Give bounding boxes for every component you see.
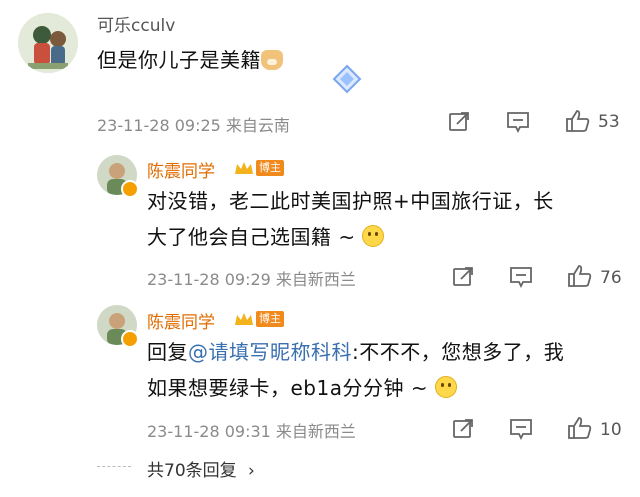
like-count: 10 bbox=[600, 420, 622, 440]
author-badge-label: 博主 bbox=[256, 160, 284, 176]
reply-meta: 23-11-28 09:29 来自新西兰 bbox=[147, 266, 356, 290]
comment-timestamp: 23-11-28 09:25 bbox=[97, 116, 221, 135]
avatar-illustration bbox=[18, 13, 78, 73]
like-count: 76 bbox=[600, 268, 622, 288]
more-replies-label: 共70条回复 bbox=[147, 461, 237, 481]
author-badge: 博主 bbox=[234, 160, 284, 176]
crown-icon bbox=[235, 162, 253, 174]
like-icon[interactable] bbox=[567, 416, 593, 440]
reply-timestamp: 23-11-28 09:29 bbox=[147, 270, 271, 289]
reply-meta: 23-11-28 09:31 来自新西兰 bbox=[147, 418, 356, 442]
reply-prefix: 回复 bbox=[147, 340, 188, 364]
comment-icon[interactable] bbox=[509, 418, 533, 440]
reply-text-line-2-body: 如果想要绿卡，eb1a分分钟 ~ bbox=[147, 376, 435, 400]
doge-emoji-icon bbox=[261, 50, 283, 70]
share-icon[interactable] bbox=[452, 418, 474, 440]
mention-link[interactable]: @请填写昵称科科 bbox=[188, 340, 352, 364]
reply-timestamp: 23-11-28 09:31 bbox=[147, 422, 271, 441]
comment-icon[interactable] bbox=[506, 111, 530, 133]
comment-location: 来自云南 bbox=[225, 116, 290, 135]
comment-icon[interactable] bbox=[509, 266, 533, 288]
reply-text-line-2: 大了他会自己选国籍 ~ bbox=[147, 219, 554, 255]
sticker-icon bbox=[330, 64, 364, 98]
reply-text: 对没错，老二此时美国护照+中国旅行证，长 大了他会自己选国籍 ~ bbox=[147, 183, 554, 255]
chevron-right-icon: › bbox=[248, 461, 255, 481]
reply-text-line-2: 如果想要绿卡，eb1a分分钟 ~ bbox=[147, 370, 564, 406]
like-icon[interactable] bbox=[567, 264, 593, 288]
like-icon[interactable] bbox=[565, 109, 591, 133]
comment-text: 但是你儿子是美籍 bbox=[97, 42, 283, 78]
comment-username[interactable]: 可乐cculv bbox=[97, 11, 175, 36]
crown-icon bbox=[235, 313, 253, 325]
reply-text-line-2-body: 大了他会自己选国籍 ~ bbox=[147, 225, 363, 249]
verified-icon bbox=[121, 330, 139, 348]
avatar[interactable] bbox=[18, 13, 78, 73]
smile-emoji-icon bbox=[434, 376, 457, 398]
reply-username[interactable]: 陈震同学 bbox=[147, 157, 215, 182]
author-badge: 博主 bbox=[234, 311, 284, 327]
verified-icon bbox=[121, 180, 139, 198]
more-replies-link[interactable]: 共70条回复 › bbox=[147, 456, 255, 481]
reply-location: 来自新西兰 bbox=[275, 422, 356, 441]
smile-emoji-icon bbox=[362, 225, 385, 247]
like-count: 53 bbox=[598, 112, 620, 132]
reply-text-line-1-rest: :不不不，您想多了，我 bbox=[352, 340, 565, 364]
divider bbox=[97, 466, 131, 467]
author-badge-label: 博主 bbox=[256, 311, 284, 327]
comment-meta: 23-11-28 09:25 来自云南 bbox=[97, 112, 290, 136]
comment-text-body: 但是你儿子是美籍 bbox=[97, 48, 261, 72]
reply-username[interactable]: 陈震同学 bbox=[147, 308, 215, 333]
reply-location: 来自新西兰 bbox=[275, 270, 356, 289]
reply-text-line-1: 回复@请填写昵称科科:不不不，您想多了，我 bbox=[147, 334, 564, 370]
reply-text-line-1: 对没错，老二此时美国护照+中国旅行证，长 bbox=[147, 189, 554, 213]
share-icon[interactable] bbox=[448, 111, 470, 133]
share-icon[interactable] bbox=[452, 266, 474, 288]
reply-text: 回复@请填写昵称科科:不不不，您想多了，我 如果想要绿卡，eb1a分分钟 ~ bbox=[147, 334, 564, 406]
